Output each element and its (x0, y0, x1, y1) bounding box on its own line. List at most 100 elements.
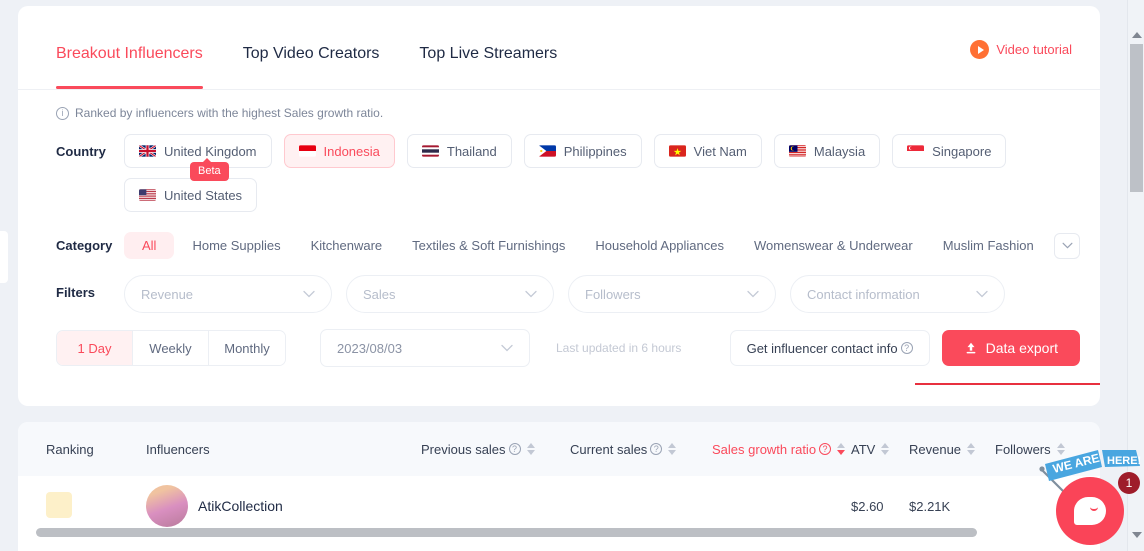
column-current-sales[interactable]: Current sales ? (570, 442, 712, 457)
column-label: Current sales (570, 441, 648, 457)
flag-vn-icon (668, 145, 686, 157)
filter-revenue-placeholder: Revenue (141, 286, 194, 302)
category-option-womenswear-underwear[interactable]: Womenswear & Underwear (742, 232, 925, 259)
column-sales-growth-ratio[interactable]: Sales growth ratio ? (712, 442, 851, 457)
filter-contact-information-select[interactable]: Contact information (790, 275, 1005, 313)
country-option-malaysia[interactable]: Malaysia (773, 134, 881, 168)
period-segmented-control: 1 Day Weekly Monthly (56, 330, 286, 366)
period-option-weekly[interactable]: Weekly (133, 331, 209, 365)
sort-control[interactable] (881, 443, 890, 455)
scroll-up-arrow[interactable] (1128, 26, 1144, 43)
filters-card: Breakout Influencers Top Video Creators … (18, 6, 1100, 406)
category-option-muslim-fashion[interactable]: Muslim Fashion (931, 232, 1046, 259)
table-row[interactable]: AtikCollection $2.60 $2.21K (18, 476, 1100, 536)
filter-revenue-select[interactable]: Revenue (124, 275, 332, 313)
data-export-label: Data export (985, 340, 1058, 356)
column-label: Influencers (146, 441, 210, 457)
filter-sales-select[interactable]: Sales (346, 275, 554, 313)
column-ranking: Ranking (46, 442, 146, 457)
country-option-philippines[interactable]: Philippines (523, 134, 642, 168)
country-option-singapore[interactable]: Singapore (892, 134, 1007, 168)
sort-control[interactable] (526, 443, 535, 455)
ranking-note: i Ranked by influencers with the highest… (18, 90, 1100, 120)
category-filter-row: Category All Home Supplies Kitchenware T… (18, 232, 1100, 259)
chevron-down-icon (1062, 242, 1072, 249)
country-option-label: Viet Nam (693, 143, 747, 159)
country-option-label: Singapore (932, 143, 992, 159)
flag-my-icon (788, 145, 806, 157)
category-option-kitchenware[interactable]: Kitchenware (299, 232, 395, 259)
chat-unread-badge: 1 (1118, 472, 1140, 494)
export-highlight-underline (915, 383, 1100, 385)
influencer-name: AtikCollection (198, 498, 283, 514)
tab-top-live-streamers[interactable]: Top Live Streamers (399, 45, 577, 89)
country-option-label: Malaysia (813, 143, 866, 159)
filters-row: Filters Revenue Sales Followers Contact … (18, 275, 1100, 313)
flag-ph-icon (538, 145, 556, 157)
tab-top-video-creators[interactable]: Top Video Creators (223, 45, 400, 89)
sort-control[interactable] (967, 443, 976, 455)
video-tutorial-label: Video tutorial (996, 42, 1072, 57)
category-option-household-appliances[interactable]: Household Appliances (583, 232, 736, 259)
help-icon[interactable]: ? (819, 443, 832, 455)
column-label: Sales growth ratio (712, 441, 817, 457)
help-icon[interactable]: ? (900, 342, 913, 354)
column-revenue[interactable]: Revenue (909, 442, 995, 457)
period-option-1-day[interactable]: 1 Day (57, 331, 133, 365)
country-option-viet-nam[interactable]: Viet Nam (653, 134, 762, 168)
chevron-down-icon (976, 290, 988, 298)
video-tutorial-link[interactable]: Video tutorial (970, 40, 1072, 59)
category-option-all[interactable]: All (124, 232, 175, 259)
filters-selects: Revenue Sales Followers Contact informat… (124, 275, 1080, 313)
column-label: ATV (851, 441, 876, 457)
chat-widget[interactable]: WE ARE HERE! 1 (1036, 448, 1144, 551)
country-option-united-states[interactable]: United States (124, 178, 258, 212)
flag-id-icon (298, 145, 316, 157)
period-controls: 1 Day Weekly Monthly 2023/08/03 Last upd… (56, 329, 1080, 367)
cell-influencer: AtikCollection (146, 485, 421, 527)
country-option-label: Indonesia (323, 143, 380, 159)
column-label: Ranking (46, 441, 94, 457)
filter-sales-placeholder: Sales (363, 286, 396, 302)
flag-sg-icon (907, 145, 925, 157)
get-influencer-contact-info-button[interactable]: Get influencer contact info ? (729, 330, 930, 366)
help-icon[interactable]: ? (508, 443, 521, 455)
country-option-label: Philippines (563, 143, 627, 159)
flag-th-icon (421, 145, 439, 157)
sort-control[interactable] (668, 443, 677, 455)
column-atv[interactable]: ATV (851, 442, 909, 457)
country-option-label: United States (164, 187, 243, 203)
country-option-thailand[interactable]: Thailand (406, 134, 512, 168)
category-expand-button[interactable] (1054, 232, 1080, 259)
date-picker-value: 2023/08/03 (337, 340, 403, 356)
cell-revenue: $2.21K (909, 498, 951, 514)
country-label: Country (56, 144, 106, 159)
sort-control[interactable] (837, 443, 846, 455)
chevron-down-icon (501, 344, 513, 352)
category-options: All Home Supplies Kitchenware Textiles &… (124, 232, 1080, 259)
left-edge-tab[interactable] (0, 231, 8, 283)
tab-breakout-influencers[interactable]: Breakout Influencers (38, 45, 223, 89)
filters-label: Filters (56, 285, 96, 300)
period-option-monthly[interactable]: Monthly (209, 331, 285, 365)
help-icon[interactable]: ? (650, 443, 663, 455)
tab-list: Breakout Influencers Top Video Creators … (38, 6, 1080, 89)
filter-followers-select[interactable]: Followers (568, 275, 776, 313)
category-label: Category (56, 238, 113, 253)
play-circle-icon (970, 40, 990, 59)
scrollbar-thumb[interactable] (36, 528, 977, 537)
category-option-home-supplies[interactable]: Home Supplies (180, 232, 292, 259)
scrollbar-thumb[interactable] (1130, 44, 1143, 192)
country-option-indonesia[interactable]: Indonesia (283, 134, 395, 168)
category-option-textiles-soft-furnishings[interactable]: Textiles & Soft Furnishings (400, 232, 577, 259)
chat-launcher-button[interactable] (1056, 477, 1124, 545)
table-header-row: Ranking Influencers Previous sales ? Cur… (18, 422, 1100, 476)
table-horizontal-scrollbar[interactable] (36, 528, 1082, 537)
cell-ranking (46, 491, 146, 521)
column-previous-sales[interactable]: Previous sales ? (421, 442, 570, 457)
tab-bar: Breakout Influencers Top Video Creators … (18, 6, 1100, 90)
contact-button-label: Get influencer contact info (746, 340, 898, 356)
data-export-button[interactable]: Data export (941, 330, 1080, 366)
filter-followers-placeholder: Followers (585, 286, 641, 302)
date-picker[interactable]: 2023/08/03 (320, 329, 530, 367)
